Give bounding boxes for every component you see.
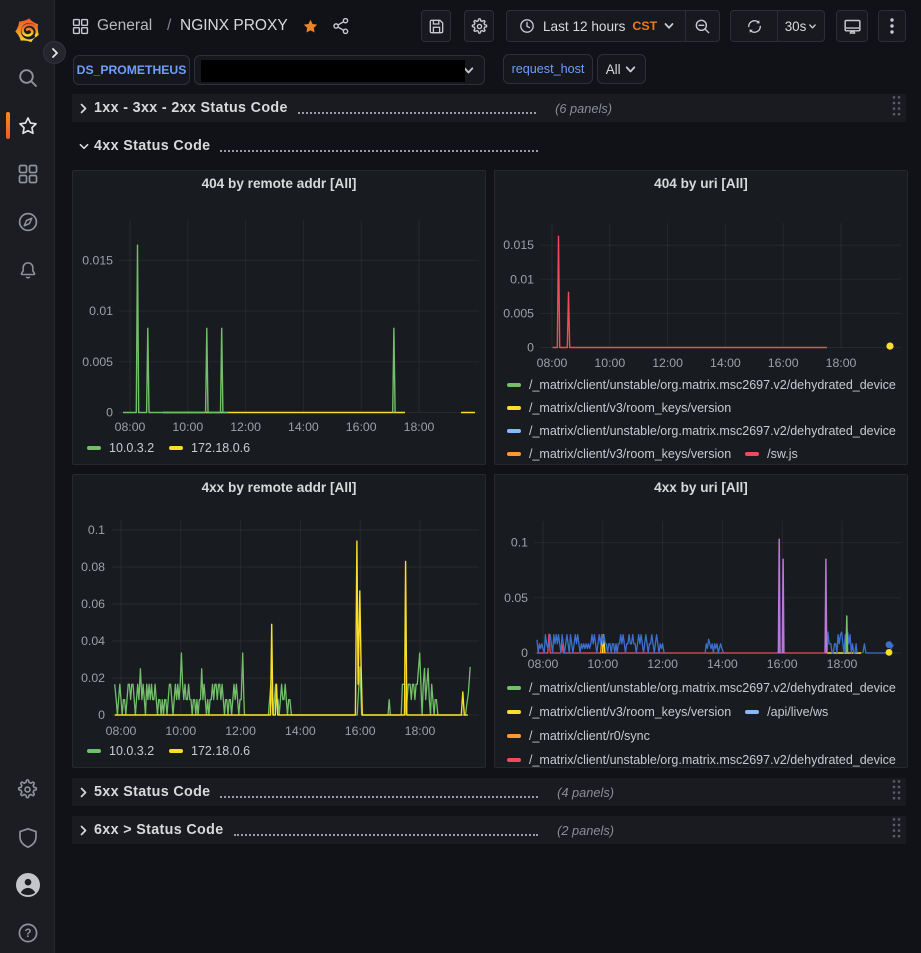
svg-text:14:00: 14:00: [288, 420, 319, 434]
svg-text:12:00: 12:00: [647, 657, 678, 671]
svg-text:0: 0: [527, 341, 534, 355]
svg-text:10:00: 10:00: [594, 356, 625, 370]
svg-text:08:00: 08:00: [528, 657, 559, 671]
svg-text:12:00: 12:00: [225, 724, 256, 738]
svg-text:18:00: 18:00: [827, 657, 858, 671]
svg-text:14:00: 14:00: [285, 724, 316, 738]
svg-text:16:00: 16:00: [346, 420, 377, 434]
svg-text:0.015: 0.015: [82, 253, 113, 267]
svg-text:0.1: 0.1: [511, 536, 528, 550]
svg-text:18:00: 18:00: [404, 420, 435, 434]
svg-text:0.02: 0.02: [81, 671, 105, 685]
svg-text:10:00: 10:00: [587, 657, 618, 671]
svg-text:?: ?: [24, 928, 31, 940]
svg-text:16:00: 16:00: [345, 724, 376, 738]
svg-text:0.005: 0.005: [82, 355, 113, 369]
svg-text:16:00: 16:00: [767, 657, 798, 671]
svg-text:10:00: 10:00: [172, 420, 203, 434]
svg-text:0: 0: [106, 406, 113, 420]
svg-text:08:00: 08:00: [106, 724, 137, 738]
svg-text:0.015: 0.015: [503, 238, 534, 252]
svg-text:08:00: 08:00: [537, 356, 568, 370]
svg-text:10:00: 10:00: [165, 724, 196, 738]
svg-text:0.08: 0.08: [81, 560, 105, 574]
svg-text:0.01: 0.01: [510, 272, 534, 286]
svg-text:12:00: 12:00: [230, 420, 261, 434]
svg-text:0.04: 0.04: [81, 634, 105, 648]
svg-text:14:00: 14:00: [707, 657, 738, 671]
svg-text:12:00: 12:00: [652, 356, 683, 370]
svg-text:18:00: 18:00: [405, 724, 436, 738]
svg-text:14:00: 14:00: [710, 356, 741, 370]
svg-text:0.06: 0.06: [81, 597, 105, 611]
svg-text:0: 0: [98, 708, 105, 722]
svg-text:0.01: 0.01: [89, 304, 113, 318]
svg-text:0.1: 0.1: [88, 523, 105, 537]
svg-text:18:00: 18:00: [826, 356, 857, 370]
svg-text:0.05: 0.05: [504, 591, 528, 605]
svg-text:0.005: 0.005: [503, 306, 534, 320]
svg-text:16:00: 16:00: [768, 356, 799, 370]
svg-text:08:00: 08:00: [115, 420, 146, 434]
